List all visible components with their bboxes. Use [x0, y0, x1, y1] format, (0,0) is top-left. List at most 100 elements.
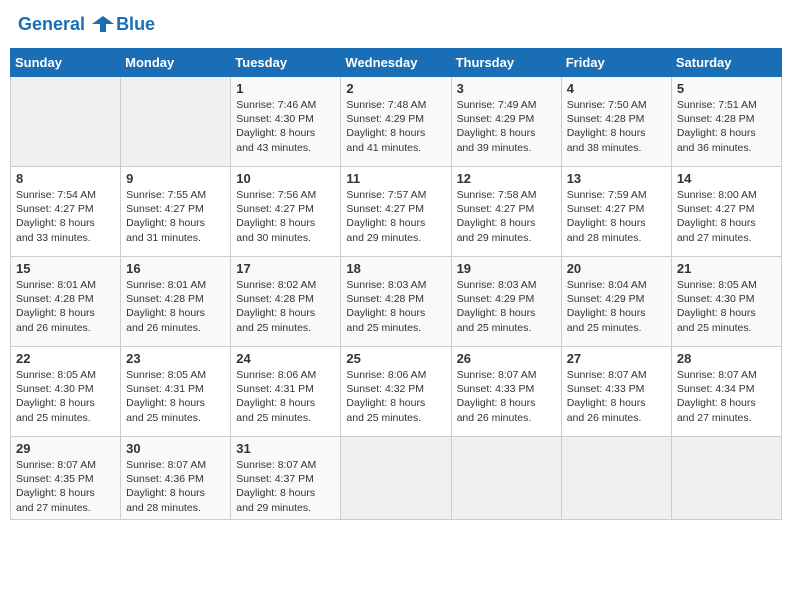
calendar-day-cell: 11 Sunrise: 7:57 AM Sunset: 4:27 PM Dayl… [341, 167, 451, 257]
day-detail: Sunrise: 7:49 AM Sunset: 4:29 PM Dayligh… [457, 98, 556, 155]
day-number: 2 [346, 81, 445, 96]
calendar-day-cell: 14 Sunrise: 8:00 AM Sunset: 4:27 PM Dayl… [671, 167, 781, 257]
day-number: 25 [346, 351, 445, 366]
day-number: 17 [236, 261, 335, 276]
calendar-day-cell: 28 Sunrise: 8:07 AM Sunset: 4:34 PM Dayl… [671, 347, 781, 437]
calendar-day-cell: 4 Sunrise: 7:50 AM Sunset: 4:28 PM Dayli… [561, 77, 671, 167]
calendar-day-cell: 12 Sunrise: 7:58 AM Sunset: 4:27 PM Dayl… [451, 167, 561, 257]
calendar-header-row: SundayMondayTuesdayWednesdayThursdayFrid… [11, 49, 782, 77]
day-number: 14 [677, 171, 776, 186]
calendar-day-cell: 30 Sunrise: 8:07 AM Sunset: 4:36 PM Dayl… [121, 437, 231, 520]
day-detail: Sunrise: 7:51 AM Sunset: 4:28 PM Dayligh… [677, 98, 776, 155]
calendar-day-cell: 9 Sunrise: 7:55 AM Sunset: 4:27 PM Dayli… [121, 167, 231, 257]
calendar-table: SundayMondayTuesdayWednesdayThursdayFrid… [10, 48, 782, 520]
day-detail: Sunrise: 7:56 AM Sunset: 4:27 PM Dayligh… [236, 188, 335, 245]
day-detail: Sunrise: 8:03 AM Sunset: 4:28 PM Dayligh… [346, 278, 445, 335]
day-of-week-header: Sunday [11, 49, 121, 77]
day-number: 30 [126, 441, 225, 456]
day-detail: Sunrise: 7:57 AM Sunset: 4:27 PM Dayligh… [346, 188, 445, 245]
calendar-week-row: 1 Sunrise: 7:46 AM Sunset: 4:30 PM Dayli… [11, 77, 782, 167]
calendar-day-cell: 26 Sunrise: 8:07 AM Sunset: 4:33 PM Dayl… [451, 347, 561, 437]
day-number: 26 [457, 351, 556, 366]
calendar-day-cell: 1 Sunrise: 7:46 AM Sunset: 4:30 PM Dayli… [231, 77, 341, 167]
day-number: 11 [346, 171, 445, 186]
logo: General Blue [18, 14, 155, 36]
logo-blue: Blue [116, 15, 155, 35]
calendar-day-cell [341, 437, 451, 520]
calendar-day-cell: 18 Sunrise: 8:03 AM Sunset: 4:28 PM Dayl… [341, 257, 451, 347]
day-of-week-header: Monday [121, 49, 231, 77]
day-number: 29 [16, 441, 115, 456]
day-number: 21 [677, 261, 776, 276]
calendar-day-cell: 31 Sunrise: 8:07 AM Sunset: 4:37 PM Dayl… [231, 437, 341, 520]
calendar-week-row: 15 Sunrise: 8:01 AM Sunset: 4:28 PM Dayl… [11, 257, 782, 347]
calendar-day-cell: 10 Sunrise: 7:56 AM Sunset: 4:27 PM Dayl… [231, 167, 341, 257]
day-detail: Sunrise: 8:06 AM Sunset: 4:31 PM Dayligh… [236, 368, 335, 425]
day-number: 9 [126, 171, 225, 186]
day-detail: Sunrise: 8:02 AM Sunset: 4:28 PM Dayligh… [236, 278, 335, 335]
day-number: 15 [16, 261, 115, 276]
calendar-day-cell: 25 Sunrise: 8:06 AM Sunset: 4:32 PM Dayl… [341, 347, 451, 437]
day-number: 18 [346, 261, 445, 276]
day-number: 8 [16, 171, 115, 186]
day-detail: Sunrise: 8:01 AM Sunset: 4:28 PM Dayligh… [126, 278, 225, 335]
day-detail: Sunrise: 7:50 AM Sunset: 4:28 PM Dayligh… [567, 98, 666, 155]
day-detail: Sunrise: 7:58 AM Sunset: 4:27 PM Dayligh… [457, 188, 556, 245]
day-detail: Sunrise: 8:01 AM Sunset: 4:28 PM Dayligh… [16, 278, 115, 335]
day-number: 23 [126, 351, 225, 366]
day-of-week-header: Wednesday [341, 49, 451, 77]
day-of-week-header: Thursday [451, 49, 561, 77]
day-detail: Sunrise: 8:07 AM Sunset: 4:33 PM Dayligh… [457, 368, 556, 425]
calendar-day-cell: 24 Sunrise: 8:06 AM Sunset: 4:31 PM Dayl… [231, 347, 341, 437]
calendar-day-cell: 15 Sunrise: 8:01 AM Sunset: 4:28 PM Dayl… [11, 257, 121, 347]
calendar-day-cell: 5 Sunrise: 7:51 AM Sunset: 4:28 PM Dayli… [671, 77, 781, 167]
day-detail: Sunrise: 8:06 AM Sunset: 4:32 PM Dayligh… [346, 368, 445, 425]
day-number: 27 [567, 351, 666, 366]
calendar-day-cell: 13 Sunrise: 7:59 AM Sunset: 4:27 PM Dayl… [561, 167, 671, 257]
day-detail: Sunrise: 8:07 AM Sunset: 4:33 PM Dayligh… [567, 368, 666, 425]
day-number: 3 [457, 81, 556, 96]
day-of-week-header: Saturday [671, 49, 781, 77]
logo-bird-icon [92, 14, 114, 36]
day-detail: Sunrise: 8:05 AM Sunset: 4:31 PM Dayligh… [126, 368, 225, 425]
calendar-day-cell: 19 Sunrise: 8:03 AM Sunset: 4:29 PM Dayl… [451, 257, 561, 347]
day-detail: Sunrise: 8:00 AM Sunset: 4:27 PM Dayligh… [677, 188, 776, 245]
calendar-day-cell [121, 77, 231, 167]
day-number: 28 [677, 351, 776, 366]
calendar-week-row: 22 Sunrise: 8:05 AM Sunset: 4:30 PM Dayl… [11, 347, 782, 437]
calendar-day-cell: 23 Sunrise: 8:05 AM Sunset: 4:31 PM Dayl… [121, 347, 231, 437]
calendar-day-cell: 21 Sunrise: 8:05 AM Sunset: 4:30 PM Dayl… [671, 257, 781, 347]
day-detail: Sunrise: 8:05 AM Sunset: 4:30 PM Dayligh… [677, 278, 776, 335]
calendar-day-cell [451, 437, 561, 520]
calendar-day-cell [671, 437, 781, 520]
day-detail: Sunrise: 7:54 AM Sunset: 4:27 PM Dayligh… [16, 188, 115, 245]
day-of-week-header: Friday [561, 49, 671, 77]
calendar-day-cell [11, 77, 121, 167]
calendar-body: 1 Sunrise: 7:46 AM Sunset: 4:30 PM Dayli… [11, 77, 782, 520]
day-number: 5 [677, 81, 776, 96]
calendar-week-row: 29 Sunrise: 8:07 AM Sunset: 4:35 PM Dayl… [11, 437, 782, 520]
day-number: 12 [457, 171, 556, 186]
day-detail: Sunrise: 8:07 AM Sunset: 4:35 PM Dayligh… [16, 458, 115, 515]
day-number: 24 [236, 351, 335, 366]
calendar-day-cell: 22 Sunrise: 8:05 AM Sunset: 4:30 PM Dayl… [11, 347, 121, 437]
day-detail: Sunrise: 8:07 AM Sunset: 4:34 PM Dayligh… [677, 368, 776, 425]
day-number: 16 [126, 261, 225, 276]
day-detail: Sunrise: 7:46 AM Sunset: 4:30 PM Dayligh… [236, 98, 335, 155]
day-number: 1 [236, 81, 335, 96]
page-header: General Blue [10, 10, 782, 40]
day-number: 22 [16, 351, 115, 366]
calendar-day-cell: 27 Sunrise: 8:07 AM Sunset: 4:33 PM Dayl… [561, 347, 671, 437]
day-number: 10 [236, 171, 335, 186]
day-detail: Sunrise: 7:59 AM Sunset: 4:27 PM Dayligh… [567, 188, 666, 245]
day-number: 4 [567, 81, 666, 96]
calendar-day-cell: 8 Sunrise: 7:54 AM Sunset: 4:27 PM Dayli… [11, 167, 121, 257]
calendar-day-cell: 29 Sunrise: 8:07 AM Sunset: 4:35 PM Dayl… [11, 437, 121, 520]
calendar-day-cell: 17 Sunrise: 8:02 AM Sunset: 4:28 PM Dayl… [231, 257, 341, 347]
calendar-week-row: 8 Sunrise: 7:54 AM Sunset: 4:27 PM Dayli… [11, 167, 782, 257]
day-of-week-header: Tuesday [231, 49, 341, 77]
calendar-day-cell: 2 Sunrise: 7:48 AM Sunset: 4:29 PM Dayli… [341, 77, 451, 167]
day-number: 13 [567, 171, 666, 186]
day-detail: Sunrise: 7:48 AM Sunset: 4:29 PM Dayligh… [346, 98, 445, 155]
calendar-day-cell: 3 Sunrise: 7:49 AM Sunset: 4:29 PM Dayli… [451, 77, 561, 167]
